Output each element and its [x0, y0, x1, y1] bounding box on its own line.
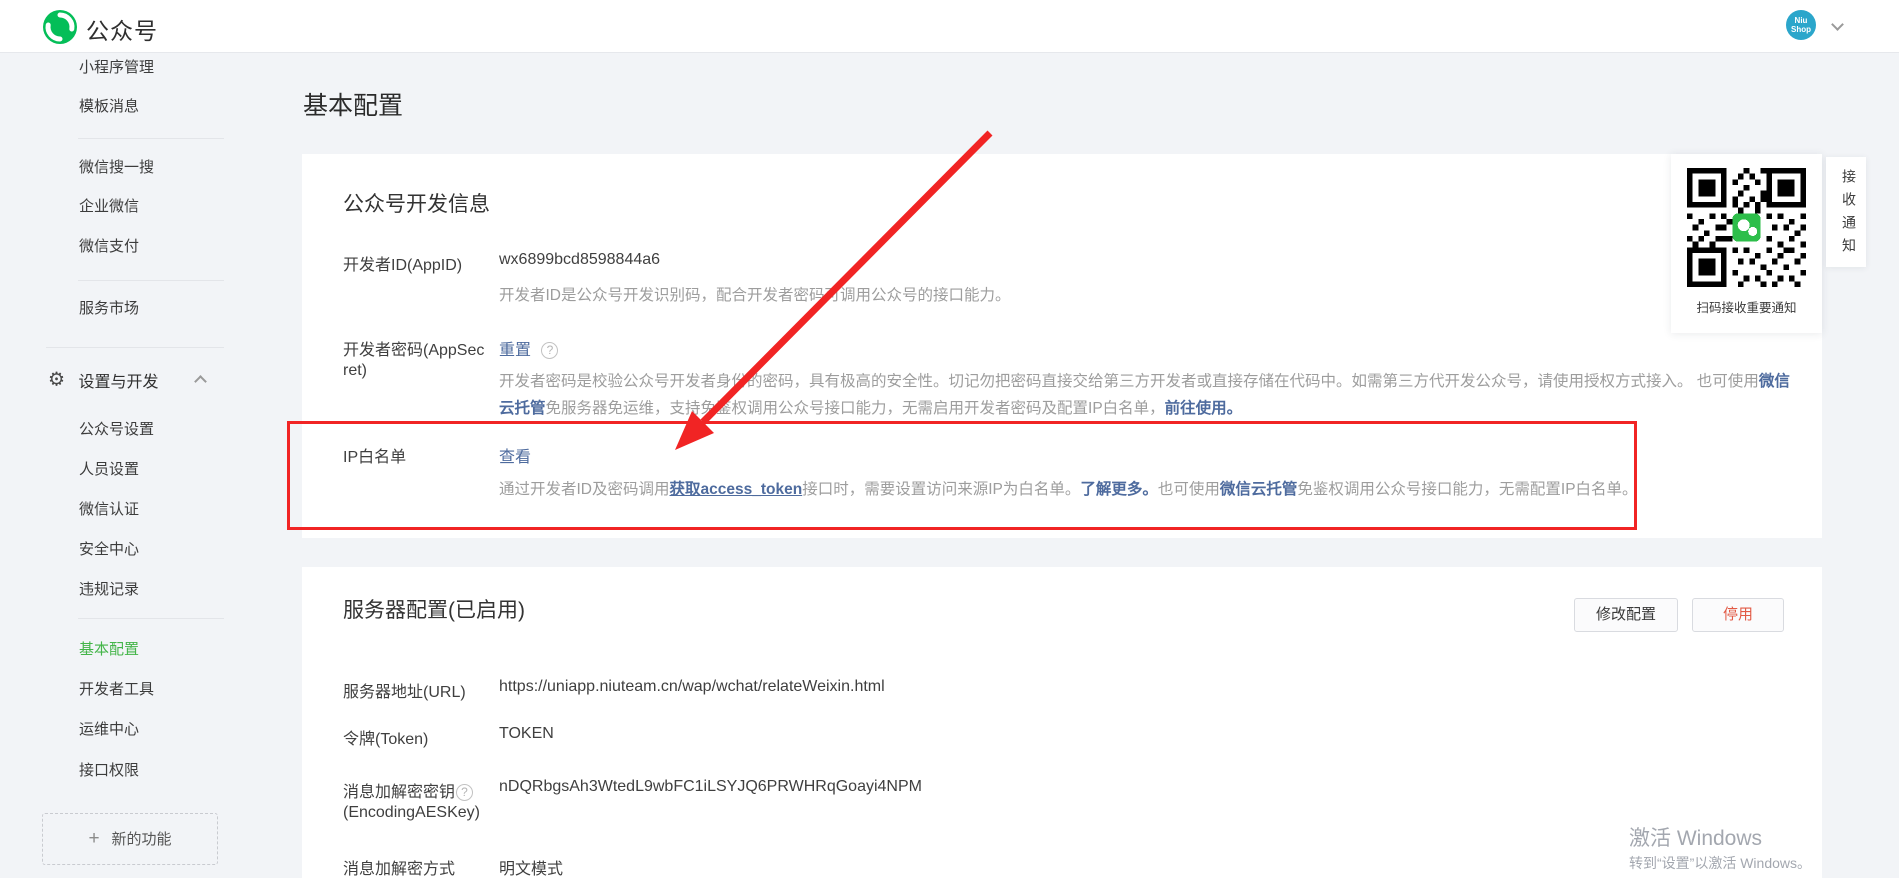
- sidebar-item-service-market[interactable]: 服务市场: [79, 298, 139, 320]
- server-config-title: 服务器配置(已启用): [343, 594, 525, 624]
- sidebar-item-search[interactable]: 微信搜一搜: [79, 157, 154, 179]
- reset-link[interactable]: 重置: [499, 342, 531, 359]
- sidebar-item-miniprogram[interactable]: 小程序管理: [79, 57, 154, 79]
- qr-code: [1687, 168, 1806, 287]
- appsecret-desc-pre: 开发者密码是校验公众号开发者身份的密码，具有极高的安全性。切记勿把密码直接交给第…: [499, 373, 1759, 390]
- aeskey-value: nDQRbgsAh3WtedL9wbFC1iLSYJQ6PRWHRqGoayi4…: [499, 778, 922, 796]
- sidebar-item-wepay[interactable]: 微信支付: [79, 236, 139, 258]
- sidebar-divider: [78, 618, 224, 619]
- sidebar-item-account-settings[interactable]: 公众号设置: [79, 419, 154, 441]
- appsecret-label-line2: ret): [343, 362, 367, 380]
- side-tab-label: 接收通知: [1839, 169, 1859, 261]
- aeskey-label-text: 消息加解密密钥: [343, 784, 455, 801]
- sidebar-divider: [78, 280, 224, 281]
- topbar: 公众号 Niu Shop: [0, 0, 1899, 53]
- sidebar-divider: [78, 138, 224, 139]
- new-feature-label: 新的功能: [112, 831, 172, 848]
- sidebar-section-divider: [46, 347, 224, 348]
- sidebar-item-violation-records[interactable]: 违规记录: [79, 579, 139, 601]
- windows-activation-watermark-line2: 转到“设置”以激活 Windows。: [1629, 853, 1811, 873]
- wechat-mp-logo[interactable]: [42, 9, 78, 45]
- appsecret-label-line1: 开发者密码(AppSec: [343, 336, 484, 360]
- qr-notification-panel[interactable]: 扫码接收重要通知: [1671, 154, 1822, 333]
- ip-whitelist-view-row: 查看: [499, 443, 531, 467]
- modify-config-button[interactable]: 修改配置: [1574, 598, 1678, 632]
- ip-whitelist-description: 通过开发者ID及密码调用获取access_token接口时，需要设置访问来源IP…: [499, 476, 1799, 503]
- new-feature-button[interactable]: + 新的功能: [42, 813, 218, 865]
- sidebar-item-staff-settings[interactable]: 人员设置: [79, 459, 139, 481]
- server-config-card: 服务器配置(已启用) 修改配置 停用 服务器地址(URL) https://un…: [302, 567, 1822, 878]
- help-icon[interactable]: ?: [456, 784, 473, 801]
- ip-desc-mid2: 也可使用: [1158, 481, 1220, 498]
- gear-icon: ⚙: [48, 370, 65, 391]
- qr-caption: 扫码接收重要通知: [1671, 297, 1822, 316]
- wechat-mp-admin-screen: 公众号 Niu Shop 小程序管理 模板消息 微信搜一搜 企业微信 微信支付 …: [0, 0, 1899, 878]
- token-value: TOKEN: [499, 725, 554, 743]
- plus-icon: +: [88, 828, 99, 849]
- chevron-up-icon: [194, 375, 207, 388]
- appsecret-desc-mid: 免服务器免运维，支持免鉴权调用公众号接口能力，无需启用开发者密码及配置IP白名单…: [546, 400, 1165, 417]
- learn-more-link[interactable]: 了解更多。: [1080, 481, 1158, 498]
- appsecret-reset-row: 重置 ?: [499, 336, 558, 360]
- sidebar-item-api-permissions[interactable]: 接口权限: [79, 760, 139, 782]
- aeskey-label-line2: (EncodingAESKey): [343, 804, 480, 822]
- disable-button[interactable]: 停用: [1692, 598, 1784, 632]
- ip-desc-tail: 免鉴权调用公众号接口能力，无需配置IP白名单。: [1297, 481, 1637, 498]
- account-avatar[interactable]: Niu Shop: [1786, 10, 1816, 40]
- server-url-label: 服务器地址(URL): [343, 678, 466, 702]
- token-label: 令牌(Token): [343, 725, 428, 749]
- sidebar-group-settings-dev[interactable]: ⚙ 设置与开发: [48, 368, 159, 392]
- notification-side-tab[interactable]: 接收通知: [1826, 157, 1866, 267]
- brand-title: 公众号: [86, 12, 158, 46]
- access-token-link[interactable]: 获取access_token: [670, 481, 803, 498]
- ip-desc-mid1: 接口时，需要设置访问来源IP为白名单。: [802, 481, 1080, 498]
- developer-info-title: 公众号开发信息: [343, 188, 490, 218]
- sidebar-item-wecom[interactable]: 企业微信: [79, 196, 139, 218]
- sidebar-item-basic-config-active[interactable]: 基本配置: [79, 639, 139, 661]
- sidebar-item-template-msg[interactable]: 模板消息: [79, 96, 139, 118]
- avatar-text-line1: Niu: [1786, 16, 1816, 25]
- page-title: 基本配置: [303, 86, 403, 122]
- server-url-value: https://uniapp.niuteam.cn/wap/wchat/rela…: [499, 678, 885, 696]
- encrypt-mode-label: 消息加解密方式: [343, 855, 455, 878]
- sidebar-group-label: 设置与开发: [79, 374, 159, 391]
- appsecret-description: 开发者密码是校验公众号开发者身份的密码，具有极高的安全性。切记勿把密码直接交给第…: [499, 368, 1799, 422]
- view-link[interactable]: 查看: [499, 449, 531, 466]
- encrypt-mode-value: 明文模式: [499, 855, 563, 878]
- developer-info-card: 公众号开发信息 开发者ID(AppID) wx6899bcd8598844a6 …: [302, 154, 1822, 538]
- cloud-hosting-link-2[interactable]: 微信云托管: [1220, 481, 1298, 498]
- ip-whitelist-label: IP白名单: [343, 443, 406, 467]
- ip-desc-pre: 通过开发者ID及密码调用: [499, 481, 670, 498]
- appid-value: wx6899bcd8598844a6: [499, 251, 660, 269]
- help-icon[interactable]: ?: [541, 342, 558, 359]
- sidebar-item-security-center[interactable]: 安全中心: [79, 539, 139, 561]
- sidebar-item-verification[interactable]: 微信认证: [79, 499, 139, 521]
- sidebar-item-ops-center[interactable]: 运维中心: [79, 719, 139, 741]
- account-chevron-down-icon[interactable]: [1831, 18, 1844, 31]
- go-use-link[interactable]: 前往使用。: [1165, 400, 1243, 417]
- aeskey-label-line1: 消息加解密密钥?: [343, 778, 473, 802]
- appid-description: 开发者ID是公众号开发识别码，配合开发者密码可调用公众号的接口能力。: [499, 282, 1799, 309]
- sidebar-item-developer-tools[interactable]: 开发者工具: [79, 679, 154, 701]
- windows-activation-watermark-line1: 激活 Windows: [1629, 822, 1762, 852]
- avatar-text-line2: Shop: [1786, 25, 1816, 34]
- appid-label: 开发者ID(AppID): [343, 251, 462, 275]
